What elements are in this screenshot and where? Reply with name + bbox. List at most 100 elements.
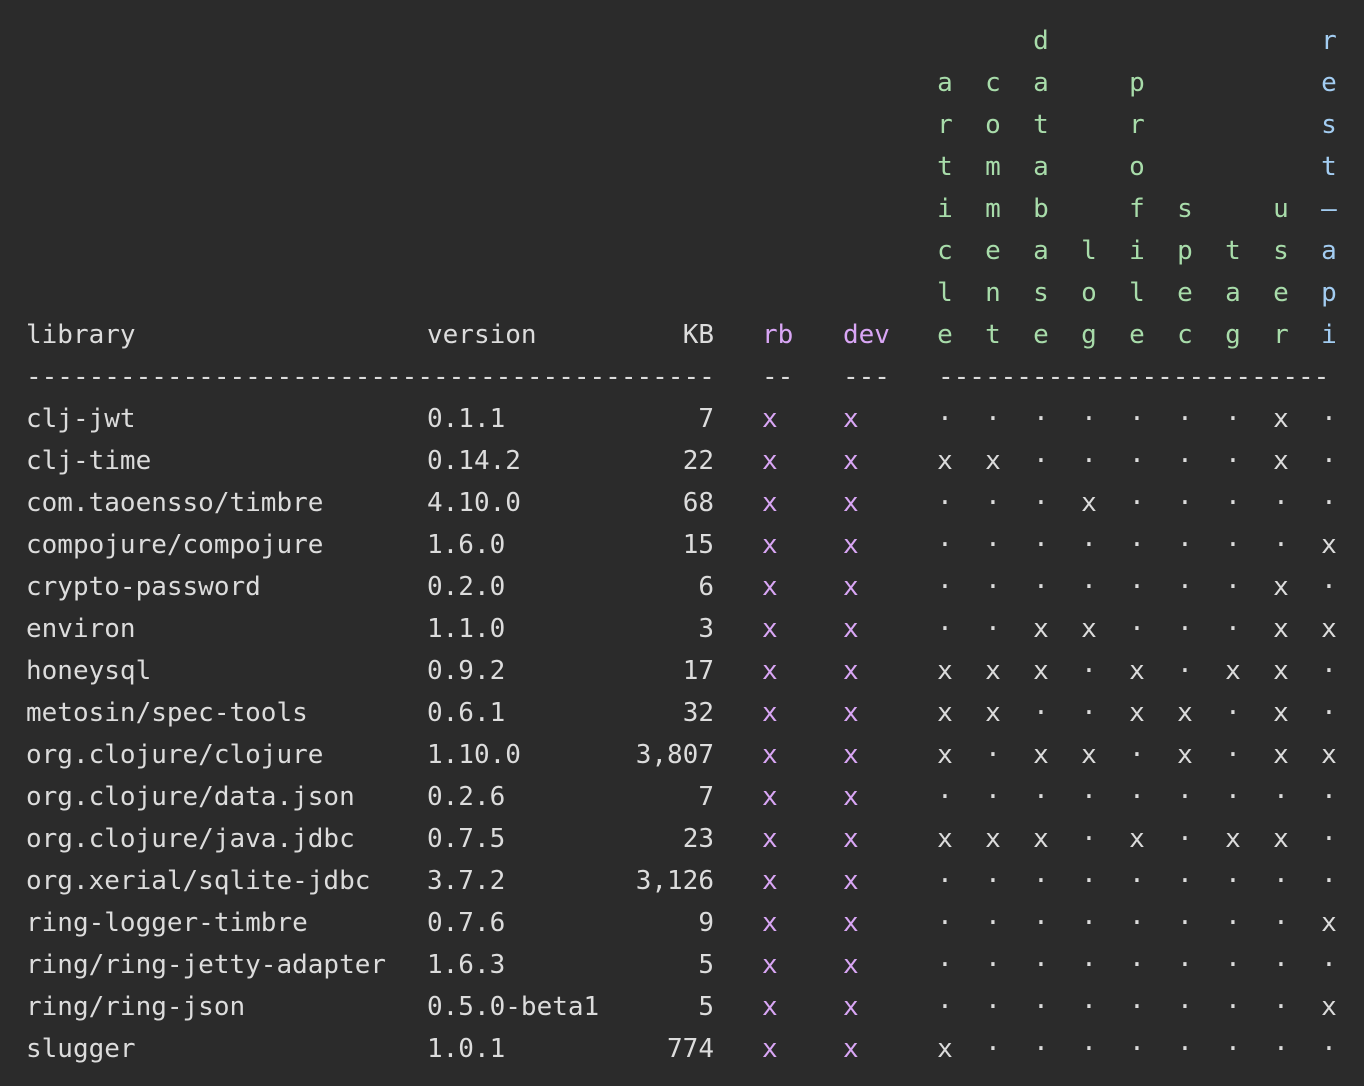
cell-library: clj-time xyxy=(26,446,152,476)
header-library: library xyxy=(26,320,136,350)
cell-version: 0.7.5 xyxy=(427,824,506,854)
cell-dev: x xyxy=(843,698,859,728)
cell-module-rest-api: x xyxy=(1321,530,1337,560)
cell-module-tag: · xyxy=(1225,572,1241,602)
cell-module-database: · xyxy=(1033,950,1049,980)
cell-module-rest-api: x xyxy=(1321,992,1337,1022)
cell-version: 0.2.0 xyxy=(427,572,506,602)
cell-module-comment: · xyxy=(985,950,1001,980)
separator-rb: -- xyxy=(762,362,794,392)
cell-dev: x xyxy=(843,614,859,644)
module-header-letter: o xyxy=(1129,152,1145,182)
cell-module-tag: · xyxy=(1225,698,1241,728)
module-header-letter: c xyxy=(985,68,1001,98)
cell-module-database: · xyxy=(1033,1034,1049,1064)
cell-module-database: x xyxy=(1033,656,1049,686)
cell-module-article: · xyxy=(937,614,953,644)
module-header-letter: r xyxy=(1129,110,1145,140)
cell-module-rest-api: x xyxy=(1321,908,1337,938)
cell-kb: 6 xyxy=(698,572,714,602)
cell-module-profile: · xyxy=(1129,614,1145,644)
cell-module-log: x xyxy=(1081,488,1097,518)
cell-module-database: x xyxy=(1033,614,1049,644)
cell-rb: x xyxy=(762,866,778,896)
cell-module-article: · xyxy=(937,908,953,938)
cell-kb: 3 xyxy=(698,614,714,644)
separator-modules: ------------------------- xyxy=(938,362,1330,392)
cell-module-spec: · xyxy=(1177,908,1193,938)
cell-kb: 23 xyxy=(682,824,714,854)
cell-rb: x xyxy=(762,404,778,434)
cell-module-user: x xyxy=(1273,656,1289,686)
cell-dev: x xyxy=(843,782,859,812)
cell-rb: x xyxy=(762,908,778,938)
cell-module-tag: x xyxy=(1225,824,1241,854)
cell-module-profile: · xyxy=(1129,992,1145,1022)
cell-module-article: x xyxy=(937,446,953,476)
header-rb: rb xyxy=(762,320,794,350)
cell-module-tag: x xyxy=(1225,656,1241,686)
cell-module-profile: · xyxy=(1129,446,1145,476)
cell-module-log: · xyxy=(1081,404,1097,434)
cell-module-comment: x xyxy=(985,698,1001,728)
cell-rb: x xyxy=(762,488,778,518)
cell-module-comment: · xyxy=(985,404,1001,434)
module-header-letter: – xyxy=(1321,194,1337,224)
cell-module-log: · xyxy=(1081,572,1097,602)
cell-kb: 9 xyxy=(698,908,714,938)
cell-module-database: · xyxy=(1033,908,1049,938)
module-header-letter: f xyxy=(1129,194,1145,224)
cell-module-profile: · xyxy=(1129,866,1145,896)
module-header-letter: c xyxy=(937,236,953,266)
cell-dev: x xyxy=(843,572,859,602)
cell-module-tag: · xyxy=(1225,908,1241,938)
cell-module-comment: · xyxy=(985,740,1001,770)
cell-module-log: · xyxy=(1081,782,1097,812)
cell-module-article: x xyxy=(937,824,953,854)
cell-library: org.xerial/sqlite-jdbc xyxy=(26,866,371,896)
cell-module-spec: · xyxy=(1177,446,1193,476)
cell-module-spec: · xyxy=(1177,992,1193,1022)
cell-module-rest-api: · xyxy=(1321,446,1337,476)
cell-rb: x xyxy=(762,530,778,560)
module-header-letter: c xyxy=(1177,320,1193,350)
cell-library: org.clojure/java.jdbc xyxy=(26,824,355,854)
cell-dev: x xyxy=(843,1034,859,1064)
cell-module-user: x xyxy=(1273,740,1289,770)
module-header-letter: b xyxy=(1033,194,1049,224)
cell-module-database: · xyxy=(1033,698,1049,728)
cell-module-profile: · xyxy=(1129,782,1145,812)
module-header-letter: e xyxy=(1321,68,1337,98)
cell-version: 0.5.0-beta1 xyxy=(427,992,600,1022)
cell-module-comment: x xyxy=(985,446,1001,476)
header-version: version xyxy=(427,320,537,350)
cell-version: 0.9.2 xyxy=(427,656,506,686)
cell-module-tag: · xyxy=(1225,1034,1241,1064)
cell-module-profile: · xyxy=(1129,908,1145,938)
cell-module-tag: · xyxy=(1225,614,1241,644)
module-header-letter: p xyxy=(1129,68,1145,98)
cell-module-user: x xyxy=(1273,404,1289,434)
cell-module-article: x xyxy=(937,698,953,728)
cell-library: org.clojure/data.json xyxy=(26,782,355,812)
cell-module-tag: · xyxy=(1225,992,1241,1022)
cell-kb: 22 xyxy=(682,446,714,476)
cell-rb: x xyxy=(762,740,778,770)
module-header-letter: o xyxy=(985,110,1001,140)
cell-dev: x xyxy=(843,446,859,476)
cell-module-article: x xyxy=(937,656,953,686)
cell-kb: 17 xyxy=(682,656,714,686)
cell-module-profile: · xyxy=(1129,740,1145,770)
separator-dev: --- xyxy=(843,362,890,392)
cell-module-user: x xyxy=(1273,824,1289,854)
cell-library: ring/ring-jetty-adapter xyxy=(26,950,387,980)
module-header-letter: i xyxy=(937,194,953,224)
cell-version: 0.1.1 xyxy=(427,404,506,434)
cell-rb: x xyxy=(762,572,778,602)
module-header-letter: g xyxy=(1225,320,1241,350)
cell-module-rest-api: · xyxy=(1321,488,1337,518)
module-header-letter: a xyxy=(1033,68,1049,98)
cell-library: compojure/compojure xyxy=(26,530,324,560)
cell-module-user: · xyxy=(1273,530,1289,560)
cell-kb: 774 xyxy=(667,1034,714,1064)
